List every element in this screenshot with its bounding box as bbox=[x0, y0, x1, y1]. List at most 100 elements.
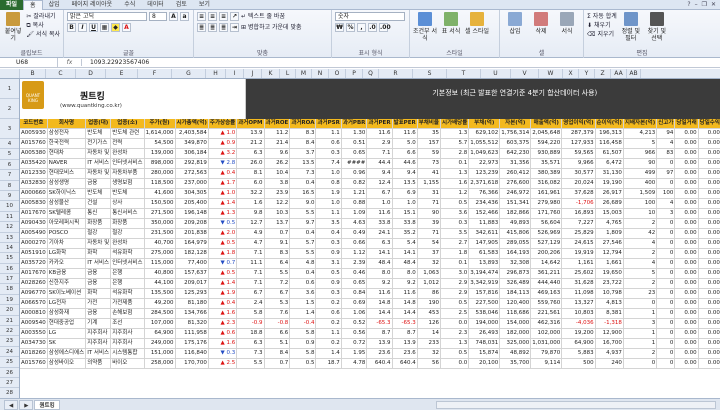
align-top-icon[interactable]: ≡ bbox=[197, 12, 206, 21]
cell[interactable]: 0.5 bbox=[440, 298, 470, 309]
column-header[interactable]: B bbox=[20, 69, 46, 78]
cell[interactable]: 5.8 bbox=[236, 308, 265, 319]
cell[interactable]: 6.0 bbox=[236, 178, 265, 189]
cell[interactable]: 9.0 bbox=[289, 198, 317, 209]
cell[interactable]: 0.4 bbox=[289, 228, 317, 239]
column-header[interactable]: T bbox=[447, 69, 481, 78]
cell[interactable]: 4 bbox=[656, 138, 676, 149]
cell[interactable]: 209,017 bbox=[175, 278, 209, 289]
cell[interactable]: 14 bbox=[417, 328, 441, 339]
merge-center-button[interactable]: ⊞ 병합하고 가운데 맞춤 bbox=[241, 23, 302, 32]
cell[interactable]: 35,700 bbox=[499, 358, 532, 369]
cell[interactable]: 11.6 bbox=[366, 128, 393, 139]
cell[interactable]: 0.6 bbox=[315, 308, 342, 319]
copy-button[interactable]: ⧉ 복사 bbox=[26, 21, 60, 30]
row-header[interactable]: 9 bbox=[0, 191, 19, 202]
cell[interactable]: 642,230 bbox=[499, 148, 532, 159]
cell[interactable]: 8.3 bbox=[264, 248, 291, 259]
cell[interactable]: 4 bbox=[623, 238, 658, 249]
cell[interactable]: 0.00 bbox=[698, 328, 720, 339]
cell[interactable]: 500 bbox=[561, 358, 596, 369]
cell[interactable]: ▲ 2.5 bbox=[208, 358, 238, 369]
cell[interactable]: 기계 bbox=[85, 318, 112, 329]
cell[interactable]: 11.6 bbox=[392, 288, 418, 299]
cell[interactable]: 9.2 bbox=[366, 278, 393, 289]
cell[interactable]: 1.0 bbox=[315, 168, 342, 179]
cell[interactable]: 14,642 bbox=[530, 258, 563, 269]
cell[interactable]: 완성차 bbox=[110, 238, 145, 249]
cell[interactable]: 16.5 bbox=[289, 188, 317, 199]
column-title[interactable]: 당일거래 bbox=[674, 119, 699, 129]
cell[interactable]: 157,816 bbox=[468, 288, 501, 299]
column-header[interactable]: K bbox=[262, 69, 280, 78]
cell[interactable]: 0.00 bbox=[674, 278, 699, 289]
cell[interactable]: 0.88 bbox=[341, 198, 368, 209]
cell[interactable]: 3.6 bbox=[289, 288, 317, 299]
cell[interactable]: 철강 bbox=[110, 228, 145, 239]
cell[interactable]: 전기가스 bbox=[85, 138, 112, 149]
cell[interactable]: A017670 bbox=[20, 268, 48, 279]
cell[interactable]: 자동차 및 bbox=[85, 238, 112, 249]
cell[interactable]: 0.3 bbox=[440, 218, 470, 229]
cell[interactable]: 6.3 bbox=[366, 238, 393, 249]
cell[interactable]: 126 bbox=[417, 318, 441, 329]
cell[interactable]: 127,933 bbox=[561, 138, 596, 149]
autosum-button[interactable]: Σ 자동 합계 bbox=[587, 12, 617, 21]
cell[interactable]: 56,604 bbox=[530, 218, 563, 229]
cell[interactable]: 1.1 bbox=[315, 328, 342, 339]
cell[interactable]: ▲ 2.0 bbox=[208, 228, 238, 239]
cell[interactable]: 12.2 bbox=[264, 198, 291, 209]
column-header[interactable]: M bbox=[296, 69, 312, 78]
cell[interactable]: 170,700 bbox=[175, 358, 209, 369]
cell[interactable]: 48.4 bbox=[366, 258, 393, 269]
cell[interactable]: 603,375 bbox=[499, 138, 532, 149]
cell[interactable]: 인터넷서비스 bbox=[110, 258, 145, 269]
name-box[interactable]: U68 bbox=[0, 57, 58, 68]
cell[interactable]: 0.00 bbox=[698, 258, 720, 269]
cell[interactable]: 90 bbox=[623, 158, 658, 169]
cell[interactable]: A034730 bbox=[20, 338, 48, 349]
cell[interactable]: 120,400 bbox=[499, 298, 532, 309]
cell[interactable]: 0.00 bbox=[674, 318, 699, 329]
cell[interactable]: 64,900 bbox=[561, 338, 596, 349]
cell[interactable]: 10.3 bbox=[264, 208, 291, 219]
cell[interactable]: 0.5 bbox=[315, 268, 342, 279]
cell[interactable]: 147,905 bbox=[468, 238, 501, 249]
cell[interactable]: A017670 bbox=[20, 208, 48, 219]
cell[interactable]: 32.2 bbox=[236, 188, 265, 199]
cell[interactable]: 1.0 bbox=[315, 198, 342, 209]
column-header[interactable]: C bbox=[46, 69, 76, 78]
cell[interactable]: A000660 bbox=[20, 188, 48, 199]
cell[interactable]: 0.1 bbox=[440, 158, 470, 169]
cell[interactable]: 23 bbox=[623, 288, 658, 299]
cell[interactable]: 6.7 bbox=[366, 188, 393, 199]
cell[interactable]: 54,500 bbox=[144, 138, 176, 149]
cell[interactable]: 금융 bbox=[85, 268, 112, 279]
cell[interactable]: 반도체 bbox=[110, 188, 145, 199]
cell[interactable]: 152,466 bbox=[468, 208, 501, 219]
cell[interactable]: 35.2 bbox=[392, 228, 418, 239]
cell[interactable]: 13.5 bbox=[392, 178, 418, 189]
paste-button[interactable]: 붙여넣기 bbox=[3, 12, 23, 42]
cell[interactable]: 4,813 bbox=[595, 298, 624, 309]
cell[interactable]: 139,000 bbox=[144, 148, 176, 159]
cell[interactable]: A035720 bbox=[20, 258, 48, 269]
cell[interactable]: 9.8 bbox=[236, 208, 265, 219]
cell[interactable]: 40,800 bbox=[144, 268, 176, 279]
cell[interactable]: 640.4 bbox=[366, 358, 393, 369]
cell[interactable]: 화학 bbox=[85, 288, 112, 299]
cell[interactable]: 190 bbox=[417, 298, 441, 309]
cell[interactable]: NAVER bbox=[47, 158, 87, 169]
cell[interactable]: 280,000 bbox=[144, 168, 176, 179]
cell[interactable]: 9.4 bbox=[392, 168, 418, 179]
cell[interactable]: 0.7 bbox=[264, 358, 291, 369]
cell[interactable]: 44.6 bbox=[392, 158, 418, 169]
row-header[interactable]: 1 bbox=[0, 79, 19, 99]
cell[interactable]: -4,036 bbox=[561, 318, 596, 329]
cell[interactable]: 326,489 bbox=[499, 278, 532, 289]
cell[interactable]: 4.7 bbox=[236, 238, 265, 249]
cell[interactable]: 76,366 bbox=[468, 188, 501, 199]
cell[interactable]: 10,798 bbox=[595, 288, 624, 299]
cell[interactable]: 26,493 bbox=[468, 328, 501, 339]
cell[interactable]: 194,000 bbox=[468, 318, 501, 329]
